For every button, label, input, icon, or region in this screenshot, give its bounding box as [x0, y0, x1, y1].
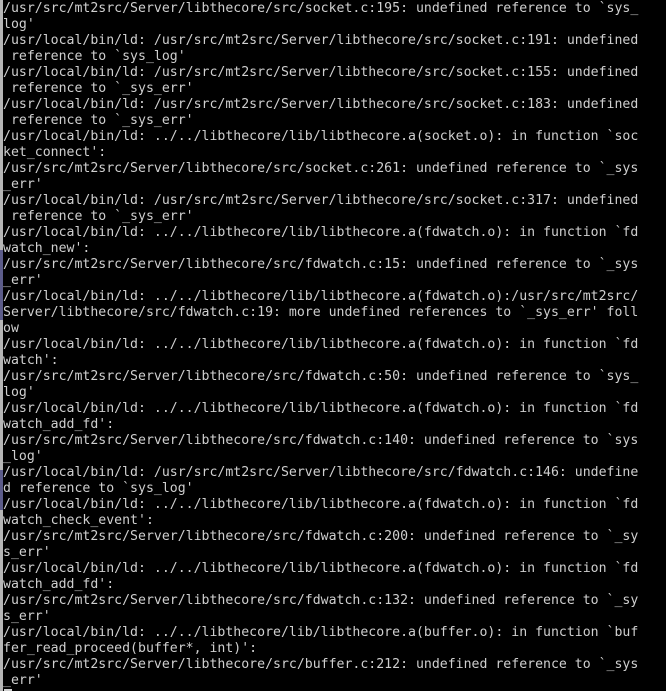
terminal-line: /usr/local/bin/ld: ../../libthecore/lib/… [3, 561, 639, 576]
terminal-line: log' [3, 385, 35, 400]
terminal-line: d reference to `sys_log' [3, 481, 194, 496]
terminal-line: Server/libthecore/src/fdwatch.c:19: more… [3, 305, 639, 320]
terminal-line: _err' [3, 673, 43, 688]
vertical-scrollbar[interactable] [0, 0, 3, 691]
terminal-line: /usr/local/bin/ld: /usr/src/mt2src/Serve… [3, 65, 639, 80]
terminal-line: _err' [3, 273, 43, 288]
terminal-line: /usr/local/bin/ld: ../../libthecore/lib/… [3, 129, 639, 144]
terminal-line: _log' [3, 449, 43, 464]
terminal-line: /usr/local/bin/ld: /usr/src/mt2src/Serve… [3, 33, 639, 48]
terminal-line: reference to `_sys_err' [3, 209, 194, 224]
terminal-line: watch_new': [3, 241, 91, 256]
terminal-line: /usr/src/mt2src/Server/libthecore/src/so… [3, 161, 639, 176]
terminal-line: /usr/src/mt2src/Server/libthecore/src/fd… [3, 369, 639, 384]
terminal-line: /usr/local/bin/ld: ../../libthecore/lib/… [3, 401, 639, 416]
terminal-window[interactable]: /usr/src/mt2src/Server/libthecore/src/so… [0, 0, 666, 691]
terminal-line: watch': [3, 353, 59, 368]
terminal-line: /usr/local/bin/ld: /usr/src/mt2src/Serve… [3, 465, 639, 480]
terminal-line: /usr/src/mt2src/Server/libthecore/src/fd… [3, 433, 639, 448]
terminal-line: /usr/local/bin/ld: ../../libthecore/lib/… [3, 625, 639, 640]
terminal-line: /usr/src/mt2src/Server/libthecore/src/fd… [3, 593, 639, 608]
terminal-line: /usr/local/bin/ld: ../../libthecore/lib/… [3, 497, 639, 512]
terminal-line: /usr/local/bin/ld: ../../libthecore/lib/… [3, 289, 639, 304]
terminal-line: reference to `sys_log' [3, 49, 186, 64]
terminal-line: /usr/src/mt2src/Server/libthecore/src/fd… [3, 529, 639, 544]
terminal-line: watch_add_fd': [3, 577, 115, 592]
terminal-line: ow [3, 321, 19, 336]
terminal-line: s_err' [3, 545, 51, 560]
terminal-line: reference to `_sys_err' [3, 113, 194, 128]
terminal-line: /usr/local/bin/ld: /usr/src/mt2src/Serve… [3, 193, 639, 208]
terminal-line: /usr/src/mt2src/Server/libthecore/src/fd… [3, 257, 639, 272]
terminal-line: ket_connect': [3, 145, 107, 160]
terminal-line: log' [3, 17, 35, 32]
terminal-line: /usr/src/mt2src/Server/libthecore/src/so… [3, 1, 639, 16]
terminal-line: /usr/local/bin/ld: ../../libthecore/lib/… [3, 337, 639, 352]
terminal-line: watch_check_event': [3, 513, 154, 528]
terminal-line: /usr/src/mt2src/Server/libthecore/src/bu… [3, 657, 639, 672]
terminal-line: s_err' [3, 609, 51, 624]
scrollbar-thumb[interactable] [0, 250, 3, 320]
terminal-output-area[interactable]: /usr/src/mt2src/Server/libthecore/src/so… [3, 0, 666, 691]
terminal-line: /usr/local/bin/ld: ../../libthecore/lib/… [3, 225, 639, 240]
terminal-line: fer_read_proceed(buffer*, int)': [3, 641, 258, 656]
terminal-line: watch_add_fd': [3, 417, 115, 432]
terminal-line: reference to `_sys_err' [3, 81, 194, 96]
terminal-line: _err' [3, 177, 43, 192]
terminal-line: /usr/local/bin/ld: /usr/src/mt2src/Serve… [3, 97, 639, 112]
scrollbar-thumb-secondary[interactable] [0, 470, 3, 510]
